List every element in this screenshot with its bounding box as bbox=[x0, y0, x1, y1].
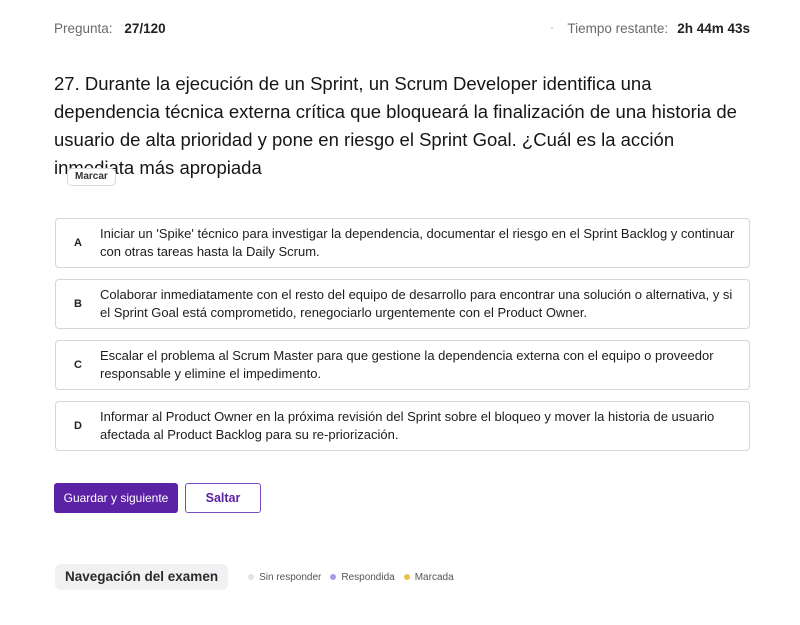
answer-options: A Iniciar un 'Spike' técnico para invest… bbox=[55, 218, 750, 462]
option-text: Colaborar inmediatamente con el resto de… bbox=[100, 287, 733, 320]
status-legend: Sin responder Respondida Marcada bbox=[248, 572, 463, 583]
answer-option-b[interactable]: B Colaborar inmediatamente con el resto … bbox=[55, 279, 750, 329]
save-and-next-button[interactable]: Guardar y siguiente bbox=[54, 483, 178, 513]
question-counter: Pregunta: 27/120 bbox=[54, 21, 166, 36]
question-text: 27. Durante la ejecución de un Sprint, u… bbox=[54, 73, 737, 178]
marked-dot-icon bbox=[403, 574, 410, 580]
option-letter: A bbox=[74, 237, 82, 249]
answer-option-d[interactable]: D Informar al Product Owner en la próxim… bbox=[55, 401, 750, 451]
unanswered-dot-icon bbox=[248, 574, 255, 580]
legend-label: Sin responder bbox=[259, 571, 322, 583]
exam-navigation-toggle[interactable]: Navegación del examen bbox=[55, 564, 229, 590]
option-text: Iniciar un 'Spike' técnico para investig… bbox=[100, 226, 735, 259]
question-counter-value: 27/120 bbox=[124, 20, 166, 36]
timer-value: 2h 44m 43s bbox=[677, 20, 750, 36]
legend-label: Respondida bbox=[341, 571, 395, 583]
legend-item-marked: Marcada bbox=[403, 571, 454, 583]
answer-option-c[interactable]: C Escalar el problema al Scrum Master pa… bbox=[55, 340, 750, 390]
legend-item-answered: Respondida bbox=[330, 571, 395, 583]
option-letter: D bbox=[74, 420, 82, 432]
legend-label: Marcada bbox=[414, 571, 454, 583]
option-letter: B bbox=[74, 298, 82, 310]
option-text: Informar al Product Owner en la próxima … bbox=[100, 409, 715, 442]
mark-question-button[interactable]: Marcar bbox=[67, 168, 116, 186]
answered-dot-icon bbox=[330, 574, 337, 580]
separator-dot bbox=[551, 27, 554, 29]
option-text: Escalar el problema al Scrum Master para… bbox=[100, 348, 714, 381]
question-counter-label: Pregunta: bbox=[54, 20, 113, 36]
skip-button[interactable]: Saltar bbox=[185, 483, 261, 513]
legend-item-unanswered: Sin responder bbox=[248, 572, 321, 583]
timer-label: Tiempo restante: bbox=[567, 20, 669, 36]
exam-navigation: Navegación del examen Sin responder Resp… bbox=[55, 564, 463, 590]
answer-option-a[interactable]: A Iniciar un 'Spike' técnico para invest… bbox=[55, 218, 750, 268]
option-letter: C bbox=[74, 359, 82, 371]
timer: Tiempo restante: 2h 44m 43s bbox=[551, 21, 750, 36]
exam-status-bar: Pregunta: 27/120 Tiempo restante: 2h 44m… bbox=[54, 18, 750, 38]
